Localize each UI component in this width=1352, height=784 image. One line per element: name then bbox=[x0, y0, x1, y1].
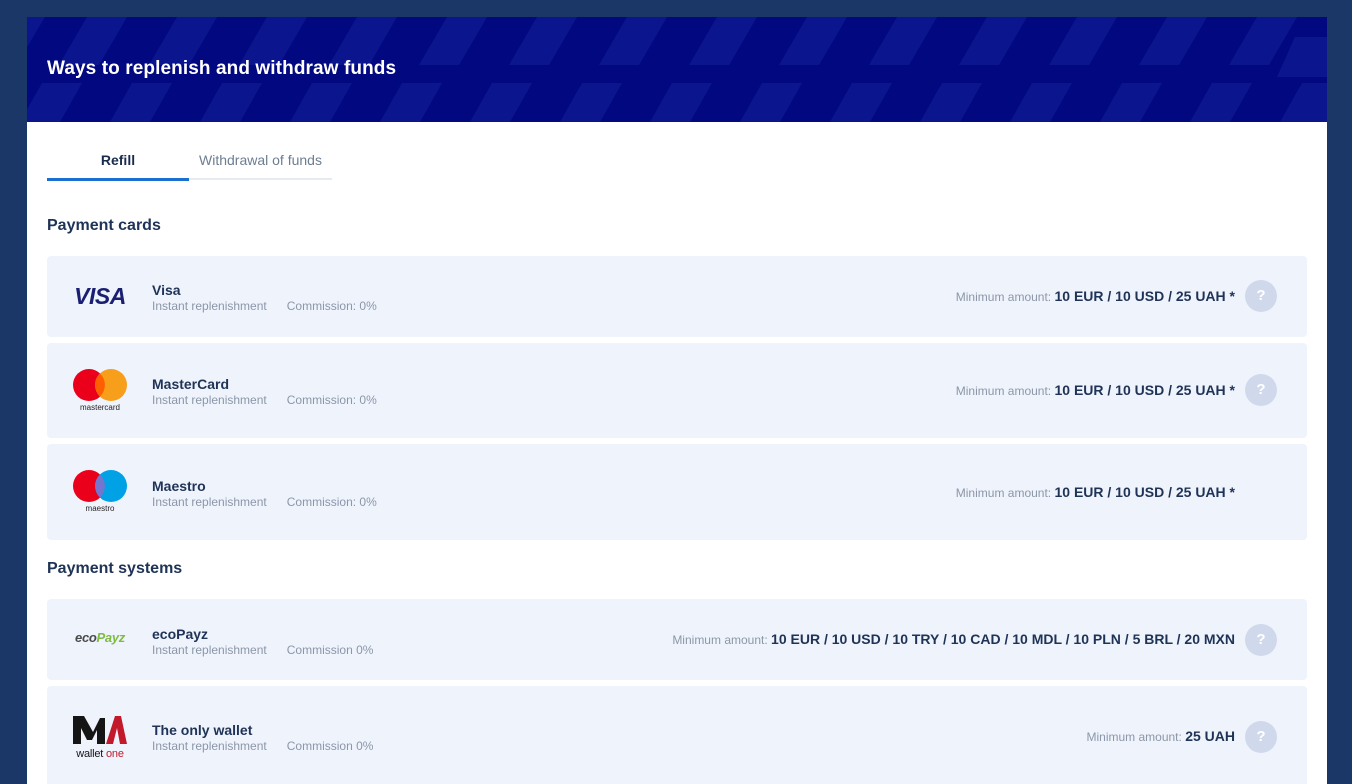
method-name: Maestro bbox=[152, 478, 206, 494]
minimum-amount-label: Minimum amount: bbox=[955, 486, 1052, 500]
minimum-amount: Minimum amount: 25 UAH bbox=[1086, 728, 1235, 744]
method-speed: Instant replenishment bbox=[152, 393, 267, 407]
payment-methods-panel: Ways to replenish and withdraw funds Ref… bbox=[27, 17, 1327, 784]
banner: Ways to replenish and withdraw funds bbox=[27, 17, 1327, 122]
method-subtitle: Instant replenishment Commission 0% bbox=[152, 643, 373, 657]
method-commission: Commission 0% bbox=[286, 739, 374, 753]
help-button[interactable]: ? bbox=[1245, 374, 1277, 406]
payment-method-ecopayz[interactable]: ecoPayz ecoPayz Instant replenishment Co… bbox=[47, 599, 1307, 680]
method-commission: Commission: 0% bbox=[286, 393, 377, 407]
payment-method-maestro[interactable]: maestro Maestro Instant replenishment Co… bbox=[47, 444, 1307, 540]
method-commission: Commission: 0% bbox=[286, 495, 377, 509]
wallet-one-mark-icon bbox=[73, 716, 127, 744]
minimum-amount: Minimum amount: 10 EUR / 10 USD / 25 UAH… bbox=[956, 382, 1235, 398]
method-subtitle: Instant replenishment Commission 0% bbox=[152, 739, 373, 753]
mastercard-circles-icon bbox=[73, 369, 127, 401]
help-button[interactable]: ? bbox=[1245, 624, 1277, 656]
minimum-amount-value: 10 EUR / 10 USD / 10 TRY / 10 CAD / 10 M… bbox=[771, 631, 1235, 647]
minimum-amount-value: 10 EUR / 10 USD / 25 UAH * bbox=[1054, 484, 1235, 500]
minimum-amount: Minimum amount: 10 EUR / 10 USD / 25 UAH… bbox=[956, 288, 1235, 304]
tab-bar: Refill Withdrawal of funds bbox=[47, 150, 332, 181]
minimum-amount-value: 10 EUR / 10 USD / 25 UAH * bbox=[1054, 288, 1235, 304]
page-title: Ways to replenish and withdraw funds bbox=[47, 58, 397, 79]
method-speed: Instant replenishment bbox=[152, 739, 267, 753]
tab-withdrawal[interactable]: Withdrawal of funds bbox=[189, 150, 332, 180]
method-name: MasterCard bbox=[152, 376, 230, 392]
method-commission: Commission: 0% bbox=[286, 299, 377, 313]
method-subtitle: Instant replenishment Commission: 0% bbox=[152, 495, 377, 509]
minimum-amount: Minimum amount: 10 EUR / 10 USD / 25 UAH… bbox=[956, 484, 1235, 500]
method-name: The only wallet bbox=[152, 722, 253, 738]
wallet-one-logo: wallet one bbox=[67, 710, 133, 762]
method-speed: Instant replenishment bbox=[152, 643, 267, 657]
method-commission: Commission 0% bbox=[286, 643, 374, 657]
method-name: ecoPayz bbox=[152, 626, 209, 642]
minimum-amount-label: Minimum amount: bbox=[672, 633, 768, 647]
method-speed: Instant replenishment bbox=[152, 495, 267, 509]
minimum-amount-label: Minimum amount: bbox=[1086, 730, 1182, 744]
method-subtitle: Instant replenishment Commission: 0% bbox=[152, 393, 377, 407]
method-name: Visa bbox=[152, 282, 181, 298]
mastercard-logo: mastercard bbox=[67, 367, 133, 413]
section-title-payment-cards: Payment cards bbox=[47, 217, 161, 234]
minimum-amount-label: Minimum amount: bbox=[955, 290, 1052, 304]
visa-logo: VISA bbox=[74, 282, 126, 309]
tab-refill[interactable]: Refill bbox=[47, 150, 189, 181]
ecopayz-logo: ecoPayz bbox=[75, 629, 125, 645]
payment-method-visa[interactable]: VISA Visa Instant replenishment Commissi… bbox=[47, 256, 1307, 337]
payment-method-mastercard[interactable]: mastercard MasterCard Instant replenishm… bbox=[47, 343, 1307, 438]
minimum-amount-label: Minimum amount: bbox=[955, 384, 1052, 398]
minimum-amount-value: 10 EUR / 10 USD / 25 UAH * bbox=[1054, 382, 1235, 398]
minimum-amount-value: 25 UAH bbox=[1185, 728, 1235, 744]
minimum-amount: Minimum amount: 10 EUR / 10 USD / 10 TRY… bbox=[672, 631, 1235, 647]
maestro-circles-icon bbox=[73, 470, 127, 502]
section-title-payment-systems: Payment systems bbox=[47, 560, 183, 577]
help-button[interactable]: ? bbox=[1245, 280, 1277, 312]
help-button[interactable]: ? bbox=[1245, 721, 1277, 753]
method-subtitle: Instant replenishment Commission: 0% bbox=[152, 299, 377, 313]
maestro-logo: maestro bbox=[67, 468, 133, 514]
method-speed: Instant replenishment bbox=[152, 299, 267, 313]
payment-method-wallet-one[interactable]: wallet one The only wallet Instant reple… bbox=[47, 686, 1307, 784]
